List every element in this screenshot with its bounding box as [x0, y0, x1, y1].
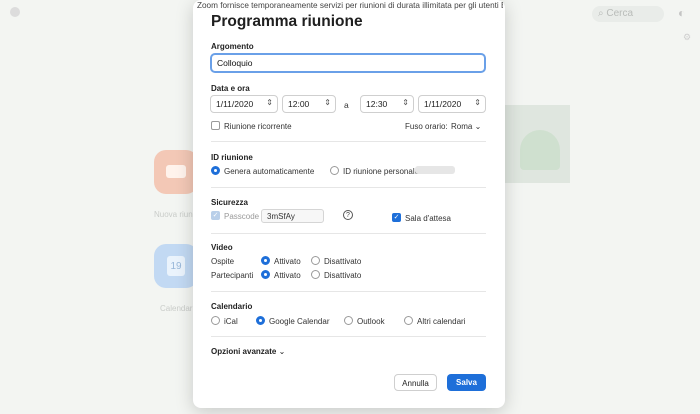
plant-image — [520, 130, 560, 170]
passcode-input[interactable]: 3mSfAy — [261, 209, 324, 223]
host-video-on-radio[interactable] — [261, 256, 270, 265]
passcode-label: Passcode — [224, 212, 260, 221]
host-video-off-radio[interactable] — [311, 256, 320, 265]
search-field[interactable]: ⌕ Cerca — [592, 6, 664, 22]
chevron-updown-icon: ⇕ — [402, 98, 409, 107]
video-label: Video — [211, 243, 233, 252]
recurring-checkbox[interactable] — [211, 121, 220, 130]
security-label: Sicurezza — [211, 198, 248, 207]
notice-banner: Zoom fornisce temporaneamente servizi pe… — [197, 1, 503, 10]
profile-icon[interactable]: ◐ — [678, 6, 685, 20]
calendar-label: Calendario — [211, 302, 253, 311]
calendar-tile[interactable]: 19 — [154, 244, 198, 288]
chevron-updown-icon: ⇕ — [324, 98, 331, 107]
window-close-dot[interactable] — [10, 7, 20, 17]
cancel-button[interactable]: Annulla — [394, 374, 437, 391]
start-time-select[interactable]: 12:00 ⇕ — [282, 95, 336, 113]
gear-icon[interactable]: ⚙ — [683, 32, 691, 43]
ical-label: iCal — [224, 317, 238, 326]
host-video-off-label: Disattivato — [324, 257, 362, 266]
personal-id-label: ID riunione personale — [343, 167, 420, 176]
save-button[interactable]: Salva — [447, 374, 486, 391]
ical-radio[interactable] — [211, 316, 220, 325]
participants-video-on-label: Attivato — [274, 271, 301, 280]
outlook-label: Outlook — [357, 317, 385, 326]
chevron-updown-icon: ⇕ — [266, 98, 273, 107]
meeting-id-label: ID riunione — [211, 153, 253, 162]
auto-generate-radio[interactable] — [211, 166, 220, 175]
calendar-icon: 19 — [167, 256, 185, 276]
passcode-checkbox[interactable]: ✓ — [211, 211, 220, 220]
host-video-on-label: Attivato — [274, 257, 301, 266]
timezone-select[interactable]: Roma ⌄ — [451, 122, 481, 131]
recurring-label: Riunione ricorrente — [224, 122, 292, 131]
participants-video-label: Partecipanti — [211, 271, 254, 280]
end-date-select[interactable]: 1/11/2020 ⇕ — [418, 95, 486, 113]
waiting-room-label: Sala d'attesa — [405, 214, 452, 223]
personal-id-radio[interactable] — [330, 166, 339, 175]
dialog-title: Programma riunione — [211, 13, 363, 30]
info-icon[interactable]: ? — [343, 210, 353, 220]
advanced-options-toggle[interactable]: Opzioni avanzate ⌄ — [211, 347, 285, 356]
start-date-select[interactable]: 1/11/2020 ⇕ — [210, 95, 278, 113]
divider — [211, 141, 486, 142]
divider — [211, 187, 486, 188]
google-calendar-radio[interactable] — [256, 316, 265, 325]
to-label: a — [344, 100, 349, 110]
camera-icon — [166, 165, 186, 178]
divider — [211, 291, 486, 292]
end-time-select[interactable]: 12:30 ⇕ — [360, 95, 414, 113]
participants-video-on-radio[interactable] — [261, 270, 270, 279]
schedule-meeting-dialog: Zoom fornisce temporaneamente servizi pe… — [193, 0, 505, 408]
new-meeting-tile[interactable] — [154, 150, 198, 194]
chevron-down-icon: ⌄ — [474, 122, 482, 131]
topic-label: Argomento — [211, 42, 254, 51]
timezone-label: Fuso orario: — [405, 122, 448, 131]
participants-video-off-radio[interactable] — [311, 270, 320, 279]
other-calendars-label: Altri calendari — [417, 317, 466, 326]
chevron-updown-icon: ⇕ — [474, 98, 481, 107]
other-calendars-radio[interactable] — [404, 316, 413, 325]
participants-video-off-label: Disattivato — [324, 271, 362, 280]
auto-generate-label: Genera automaticamente — [224, 167, 315, 176]
search-icon: ⌕ — [598, 8, 604, 19]
outlook-radio[interactable] — [344, 316, 353, 325]
datetime-label: Data e ora — [211, 84, 250, 93]
google-calendar-label: Google Calendar — [269, 317, 330, 326]
divider — [211, 233, 486, 234]
waiting-room-checkbox[interactable]: ✓ — [392, 213, 401, 222]
chevron-down-icon: ⌄ — [278, 347, 286, 356]
divider — [211, 336, 486, 337]
host-video-label: Ospite — [211, 257, 235, 266]
topic-input[interactable]: Colloquio — [210, 53, 486, 73]
personal-id-redacted — [415, 166, 455, 174]
